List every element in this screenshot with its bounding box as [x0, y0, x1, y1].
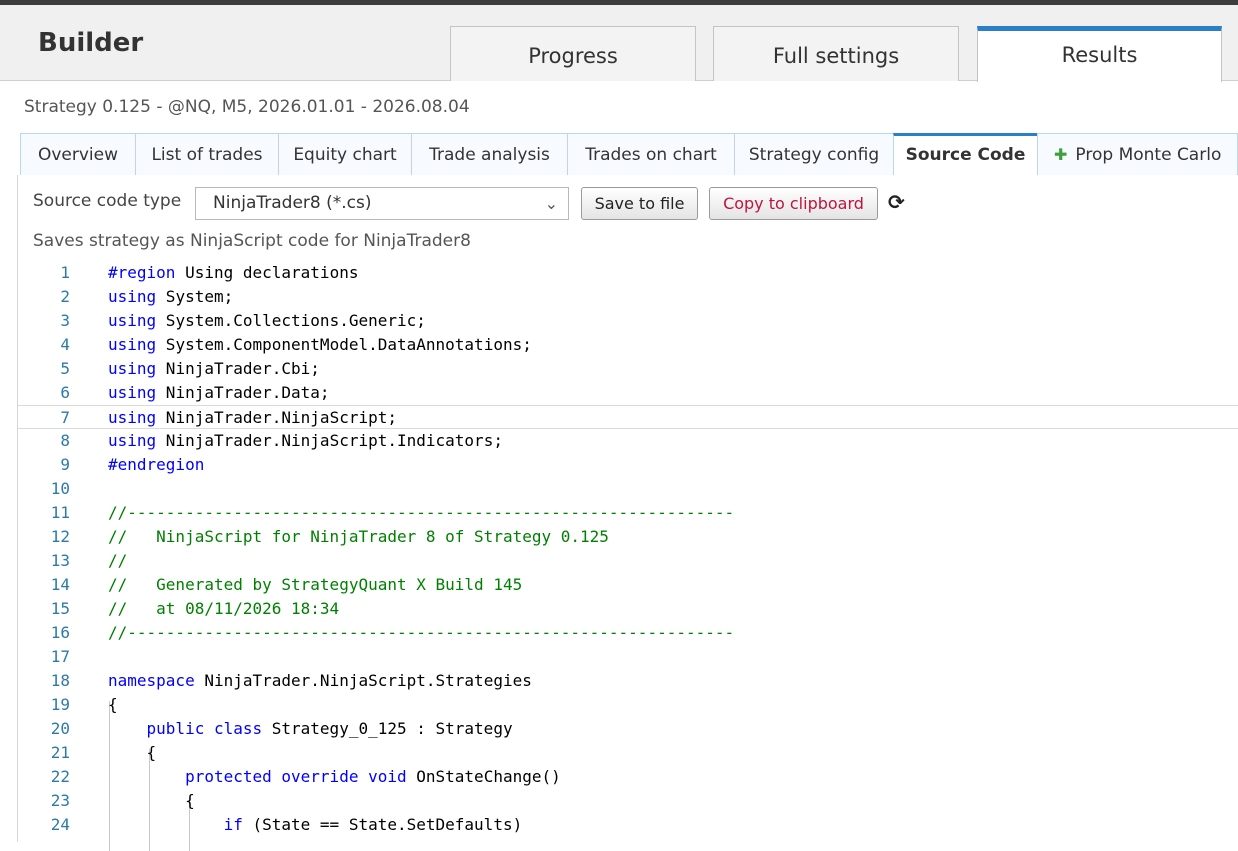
- code-line[interactable]: 23 {: [18, 789, 1238, 813]
- code-line[interactable]: 18 namespace NinjaTrader.NinjaScript.Stra…: [18, 669, 1238, 693]
- source-code-type-select[interactable]: NinjaTrader8 (*.cs) ⌄: [195, 187, 569, 220]
- line-number: 22: [50, 767, 70, 786]
- code-line[interactable]: 3 using System.Collections.Generic;: [18, 309, 1238, 333]
- line-number: 18: [50, 671, 70, 690]
- code-text: // at 08/11/2026 18:34: [108, 599, 340, 618]
- code-text: #region Using declarations: [108, 263, 359, 282]
- code-text: if (State == State.SetDefaults): [223, 815, 523, 834]
- code-text: protected override void OnStateChange(): [185, 767, 561, 786]
- results-subtabs: Overview List of trades Equity chart Tra…: [20, 133, 1238, 176]
- code-line[interactable]: 20 public class Strategy_0_125 : Strateg…: [18, 717, 1238, 741]
- code-line[interactable]: 13 //: [18, 549, 1238, 573]
- code-editor[interactable]: 1 #region Using declarations 2 using System…: [18, 261, 1238, 851]
- code-line[interactable]: 21 {: [18, 741, 1238, 765]
- code-text: using System;: [108, 287, 234, 306]
- code-text: using NinjaTrader.Data;: [108, 383, 330, 402]
- copy-to-clipboard-button[interactable]: Copy to clipboard: [709, 187, 878, 220]
- code-line[interactable]: 16 //------------------------------------…: [18, 621, 1238, 645]
- code-text: // Generated by StrategyQuant X Build 14…: [108, 575, 523, 594]
- subtab-strategy-config[interactable]: Strategy config: [734, 133, 894, 175]
- code-text: //--------------------------------------…: [108, 623, 735, 642]
- code-line[interactable]: 10: [18, 477, 1238, 501]
- line-number: 14: [50, 575, 70, 594]
- code-text: using System.ComponentModel.DataAnnotati…: [108, 335, 532, 354]
- code-line[interactable]: 5 using NinjaTrader.Cbi;: [18, 357, 1238, 381]
- subtab-trades-on-chart[interactable]: Trades on chart: [567, 133, 735, 175]
- code-text: #endregion: [108, 455, 205, 474]
- line-number: 12: [50, 527, 70, 546]
- code-text: using NinjaTrader.NinjaScript.Indicators…: [108, 431, 503, 450]
- subtab-overview[interactable]: Overview: [20, 133, 136, 175]
- line-number: 10: [50, 479, 70, 498]
- code-text: public class Strategy_0_125 : Strategy: [146, 719, 513, 738]
- code-line[interactable]: 14 // Generated by StrategyQuant X Build …: [18, 573, 1238, 597]
- line-number: 15: [50, 599, 70, 618]
- code-line[interactable]: 12 // NinjaScript for NinjaTrader 8 of St…: [18, 525, 1238, 549]
- code-text: using System.Collections.Generic;: [108, 311, 426, 330]
- code-line[interactable]: 9 #endregion: [18, 453, 1238, 477]
- line-number: 21: [50, 743, 70, 762]
- code-text: {: [108, 743, 157, 762]
- code-line[interactable]: 15 // at 08/11/2026 18:34: [18, 597, 1238, 621]
- tab-results[interactable]: Results: [977, 26, 1222, 82]
- refresh-icon[interactable]: ⟳: [888, 190, 905, 215]
- source-code-panel: Source code type NinjaTrader8 (*.cs) ⌄ S…: [17, 175, 1238, 851]
- code-line[interactable]: 24 if (State == State.SetDefaults): [18, 813, 1238, 837]
- code-text: using NinjaTrader.Cbi;: [108, 359, 320, 378]
- subtab-list-of-trades[interactable]: List of trades: [135, 133, 279, 175]
- line-number: 24: [50, 815, 70, 834]
- subtab-prop-monte-carlo[interactable]: ✚ Prop Monte Carlo: [1037, 133, 1238, 175]
- builder-header: Builder Progress Full settings Results: [0, 5, 1238, 82]
- code-text: {: [108, 791, 195, 810]
- puzzle-icon: ✚: [1054, 145, 1068, 164]
- line-number: 2: [60, 287, 70, 306]
- code-text: {: [108, 695, 118, 714]
- code-line[interactable]: 7 using NinjaTrader.NinjaScript;: [18, 405, 1238, 429]
- code-line[interactable]: 2 using System;: [18, 285, 1238, 309]
- subtab-trade-analysis[interactable]: Trade analysis: [411, 133, 568, 175]
- code-line[interactable]: 6 using NinjaTrader.Data;: [18, 381, 1238, 405]
- source-code-type-label: Source code type: [33, 191, 182, 211]
- line-number: 8: [60, 431, 70, 450]
- line-number: 4: [60, 335, 70, 354]
- source-code-description: Saves strategy as NinjaScript code for N…: [33, 231, 471, 251]
- subtab-prop-monte-carlo-label: Prop Monte Carlo: [1075, 145, 1222, 165]
- code-text: using NinjaTrader.NinjaScript;: [108, 408, 397, 427]
- app-title: Builder: [38, 28, 144, 58]
- subtab-source-code[interactable]: Source Code: [893, 133, 1038, 176]
- source-code-type-value: NinjaTrader8 (*.cs): [213, 193, 372, 213]
- line-number: 5: [60, 359, 70, 378]
- code-line[interactable]: 4 using System.ComponentModel.DataAnnotat…: [18, 333, 1238, 357]
- line-number: 17: [50, 647, 70, 666]
- line-number: 3: [60, 311, 70, 330]
- code-text: //: [108, 551, 128, 570]
- line-number: 1: [60, 263, 70, 282]
- line-number: 23: [50, 791, 70, 810]
- line-number: 20: [50, 719, 70, 738]
- strategy-subtitle: Strategy 0.125 - @NQ, M5, 2026.01.01 - 2…: [24, 97, 470, 117]
- tab-progress[interactable]: Progress: [450, 26, 696, 81]
- code-line[interactable]: 17: [18, 645, 1238, 669]
- code-line[interactable]: 11 //------------------------------------…: [18, 501, 1238, 525]
- subtab-equity-chart[interactable]: Equity chart: [278, 133, 412, 175]
- line-number: 11: [50, 503, 70, 522]
- line-number: 13: [50, 551, 70, 570]
- save-to-file-button[interactable]: Save to file: [581, 187, 698, 220]
- code-line[interactable]: 22 protected override void OnStateChange…: [18, 765, 1238, 789]
- code-text: // NinjaScript for NinjaTrader 8 of Stra…: [108, 527, 609, 546]
- line-number: 6: [60, 383, 70, 402]
- line-number: 19: [50, 695, 70, 714]
- code-text: namespace NinjaTrader.NinjaScript.Strate…: [108, 671, 532, 690]
- tab-full-settings[interactable]: Full settings: [713, 26, 959, 81]
- line-number: 16: [50, 623, 70, 642]
- code-line[interactable]: 19 {: [18, 693, 1238, 717]
- line-number: 7: [60, 408, 70, 427]
- code-line[interactable]: 8 using NinjaTrader.NinjaScript.Indicator…: [18, 429, 1238, 453]
- code-line[interactable]: 1 #region Using declarations: [18, 261, 1238, 285]
- chevron-down-icon: ⌄: [544, 194, 558, 213]
- line-number: 9: [60, 455, 70, 474]
- code-text: //--------------------------------------…: [108, 503, 735, 522]
